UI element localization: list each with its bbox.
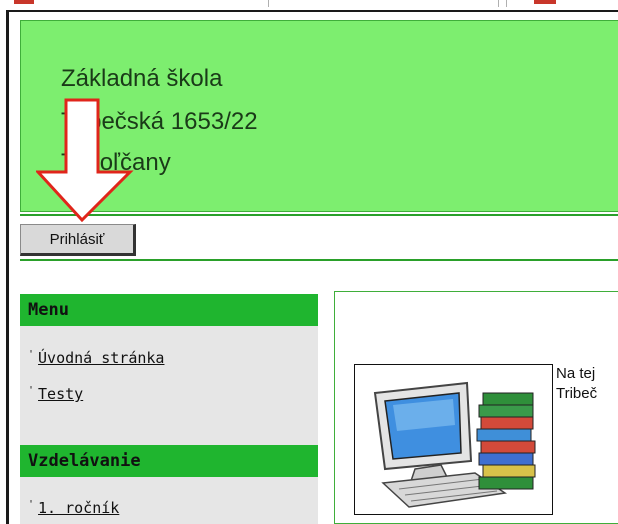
top-strip-mark (534, 0, 556, 4)
sidebar-item-tests[interactable]: ' Testy (28, 385, 83, 403)
bullet-icon: ' (28, 385, 35, 396)
sidebar-link-grade-1[interactable]: 1. ročník (38, 499, 119, 517)
sidebar-link-tests[interactable]: Testy (38, 385, 83, 403)
sidebar-item-grade-1[interactable]: ' 1. ročník (28, 499, 119, 517)
bullet-icon: ' (28, 499, 35, 510)
down-arrow-icon (36, 98, 134, 222)
sidebar-link-home[interactable]: Úvodná stránka (38, 349, 164, 367)
sidebar: Menu ' Úvodná stránka ' Testy Vzdelávanie … (20, 294, 318, 524)
top-strip-separator (268, 0, 269, 7)
intro-text-line: Tribeč (556, 385, 598, 402)
sidebar-heading-education: Vzdelávanie (20, 445, 318, 477)
computer-books-illustration (373, 381, 536, 508)
intro-text: Na tej Tribeč (556, 364, 597, 404)
frame-border (6, 10, 9, 524)
bullet-icon: ' (28, 349, 35, 360)
top-strip (0, 0, 618, 10)
top-strip-separator (498, 0, 499, 7)
toolbar-divider (20, 259, 618, 261)
school-name: Základná škola (61, 65, 223, 92)
login-button[interactable]: Prihlásiť (20, 224, 136, 256)
top-strip-mark (14, 0, 34, 4)
sidebar-item-home[interactable]: ' Úvodná stránka (28, 349, 164, 367)
intro-text-line: Na tej (556, 365, 596, 382)
frame-border (6, 10, 618, 12)
top-strip-separator (506, 0, 507, 7)
computer-books-icon (354, 364, 553, 515)
sidebar-heading-menu: Menu (20, 294, 318, 326)
